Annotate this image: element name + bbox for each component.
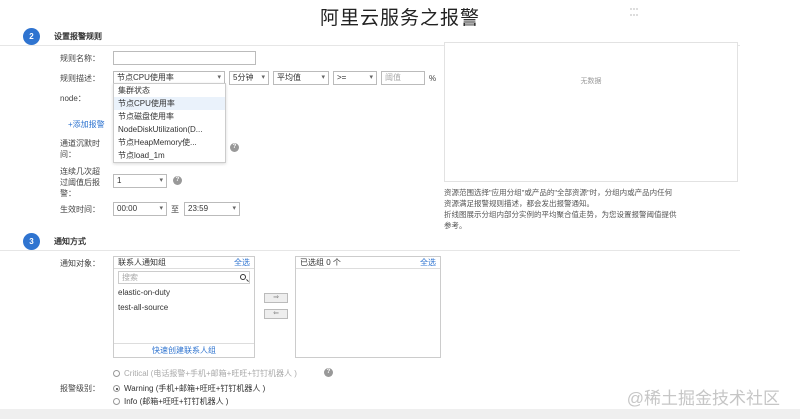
consecutive-select[interactable]: 1 ▾ [113,174,167,188]
contact-item[interactable]: test-all-source [118,303,168,312]
note-line: 参考。 [444,221,467,230]
operator-select[interactable]: >= ▾ [333,71,377,85]
metric-dropdown-menu: 集群状态 节点CPU使用率 节点磁盘使用率 NodeDiskUtilizatio… [113,83,226,163]
dropdown-option[interactable]: 节点CPU使用率 [114,97,225,110]
rule-desc-label: 规则描述： [60,74,100,83]
consecutive-select-value: 1 [117,176,122,185]
radio-button[interactable] [113,385,120,392]
step-title: 设置报警规则 [54,32,102,41]
metric-select-value: 节点CPU使用率 [117,73,174,82]
step-number: 3 [23,233,40,250]
end-time-value: 23:59 [188,204,209,213]
dropdown-option[interactable]: NodeDiskUtilization(D... [114,123,225,136]
period-select[interactable]: 5分钟 ▾ [229,71,269,85]
panel-header: 联系人通知组 全选 [114,257,254,269]
node-label: node： [60,94,86,103]
decorative-mark [630,8,638,16]
notify-target-label: 通知对象： [60,259,100,268]
contact-item[interactable]: elastic-on-duty [118,288,170,297]
select-all-link[interactable]: 全选 [420,257,436,269]
no-data-text: 无数据 [580,78,602,85]
end-time-select[interactable]: 23:59 ▾ [184,202,240,216]
chevron-down-icon: ▾ [159,205,163,212]
bottom-strip [0,409,800,419]
rule-name-input[interactable] [113,51,256,65]
chart-preview: 无数据 [444,42,738,182]
watermark: @稀土掘金技术社区 [626,389,780,408]
panel-title: 联系人通知组 [118,258,166,267]
level-label: Info (邮箱+旺旺+钉钉机器人 ) [124,397,229,406]
search-placeholder: 搜索 [122,273,138,282]
contact-search-input[interactable]: 搜索 [118,271,250,284]
select-all-link[interactable]: 全选 [234,257,250,269]
unit-label: % [429,74,437,83]
consecutive-label: 连续几次超过阈值后报警： [60,167,100,198]
note-line: 折线图展示分组内部分实例的平均聚合值走势，为您设置报警阈值提供 [444,210,677,219]
stat-select[interactable]: 平均值 ▾ [273,71,329,85]
dropdown-option[interactable]: 集群状态 [114,84,225,97]
time-separator: 至 [171,205,179,214]
selected-group-panel: 已选组 0 个 全选 [295,256,441,358]
operator-select-value: >= [337,73,347,82]
dropdown-option[interactable]: 节点HeapMemory使... [114,136,225,149]
radio-button[interactable] [113,398,120,405]
add-rule-link[interactable]: +添加报警 [68,119,105,130]
dropdown-option[interactable]: 节点磁盘使用率 [114,110,225,123]
move-left-button[interactable]: ⇐ [264,309,288,319]
rule-name-label: 规则名称： [60,54,100,63]
contact-group-panel: 联系人通知组 全选 搜索 elastic-on-duty test-all-so… [113,256,255,358]
panel-title: 已选组 0 个 [300,258,341,267]
page-title: 阿里云服务之报警 [319,8,480,29]
quick-create-link[interactable]: 快速创建联系人组 [114,343,254,357]
start-time-value: 00:00 [117,204,138,213]
note-line: 资源范围选择"应用分组"或产品的"全部资源"时，分组内或产品内任何 [444,188,673,197]
search-icon [240,274,246,280]
step-title: 通知方式 [54,237,86,246]
chevron-down-icon: ▾ [232,205,236,212]
help-icon[interactable]: ? [230,143,239,152]
help-icon[interactable]: ? [324,368,333,377]
stat-select-value: 平均值 [277,73,301,82]
effective-time-label: 生效时间： [60,205,100,214]
chevron-down-icon: ▾ [261,74,265,81]
move-right-button[interactable]: ⇒ [264,293,288,303]
chevron-down-icon: ▾ [321,74,325,81]
help-icon[interactable]: ? [173,176,182,185]
level-critical[interactable]: Critical (电话报警+手机+邮箱+旺旺+钉钉机器人 ) [113,368,297,379]
panel-header: 已选组 0 个 全选 [296,257,440,269]
step-number: 2 [23,28,40,45]
silence-time-label: 通道沉默时间： [60,139,100,159]
note-line: 资源满足报警规则描述，都会发出报警通知。 [444,199,594,208]
chevron-down-icon: ▾ [369,74,373,81]
threshold-input[interactable]: 阈值 [381,71,425,85]
start-time-select[interactable]: 00:00 ▾ [113,202,167,216]
level-label: Warning (手机+邮箱+旺旺+钉钉机器人 ) [124,384,266,393]
radio-button[interactable] [113,370,120,377]
dropdown-option[interactable]: 节点load_1m [114,149,225,162]
level-info[interactable]: Info (邮箱+旺旺+钉钉机器人 ) [113,396,228,407]
level-label-title: 报警级别： [60,384,100,393]
step-3-header: 3 通知方式 [0,233,740,251]
level-warning[interactable]: Warning (手机+邮箱+旺旺+钉钉机器人 ) [113,383,265,394]
period-select-value: 5分钟 [233,73,254,82]
level-label: Critical (电话报警+手机+邮箱+旺旺+钉钉机器人 ) [124,369,297,378]
chevron-down-icon: ▾ [159,177,163,184]
